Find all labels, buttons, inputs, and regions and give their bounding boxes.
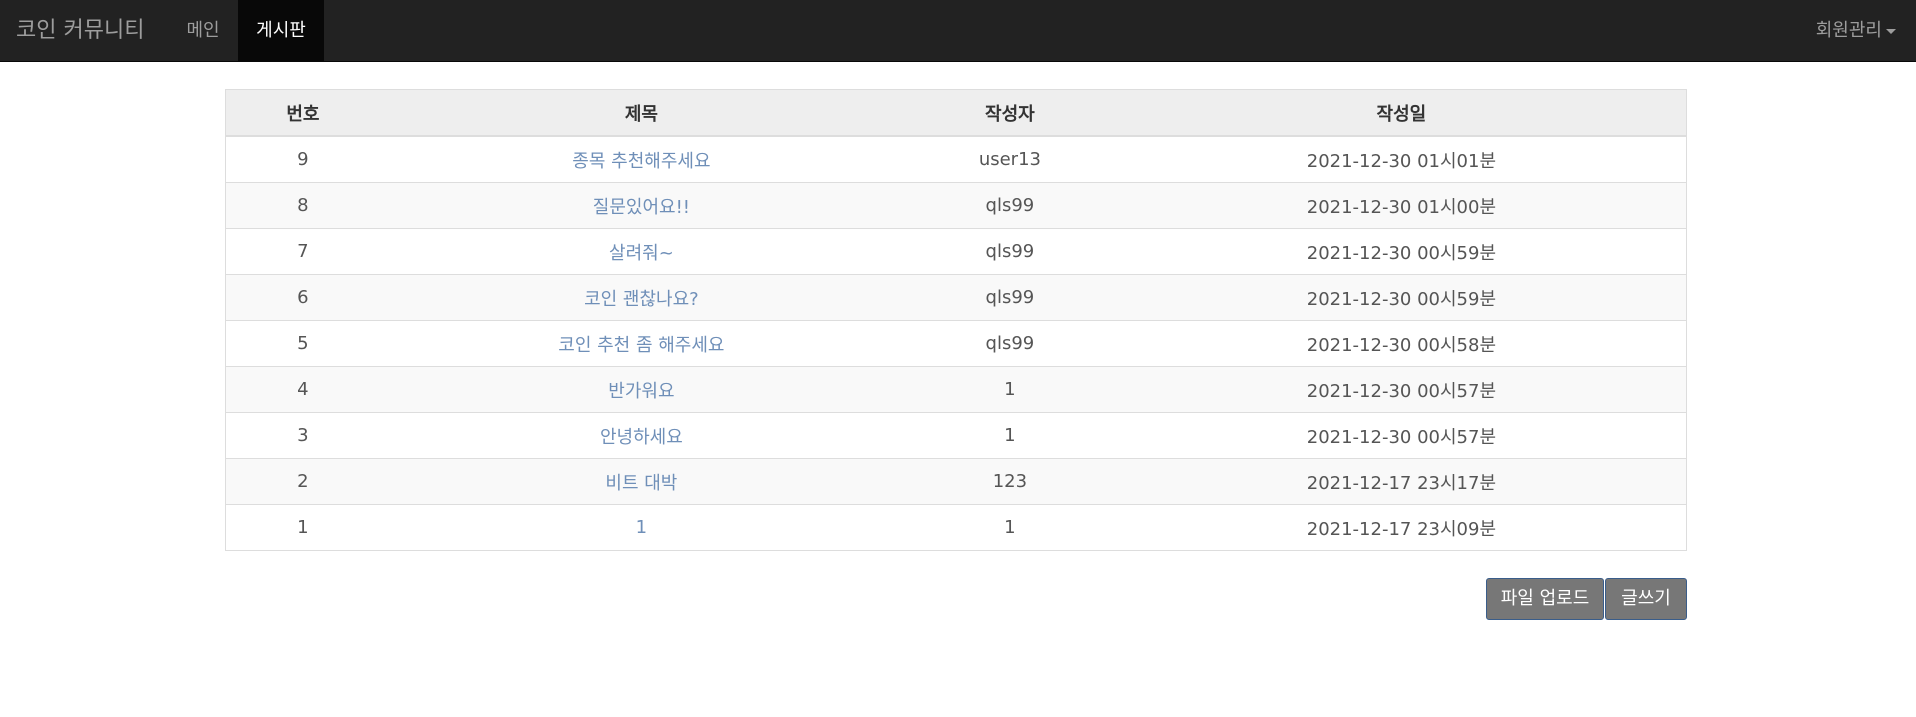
member-menu-label: 회원관리 — [1815, 20, 1882, 41]
header-number: 번호 — [225, 89, 380, 137]
post-title-link[interactable]: 비트 대박 — [379, 458, 904, 505]
post-author: 123 — [903, 458, 1117, 505]
table-header-row: 번호 제목 작성자 작성일 — [225, 89, 1687, 137]
post-date: 2021-12-30 00시59분 — [1116, 274, 1687, 321]
header-title: 제목 — [379, 89, 904, 137]
file-upload-button[interactable]: 파일 업로드 — [1486, 578, 1604, 620]
table-row: 4 반가워요 1 2021-12-30 00시57분 — [225, 366, 1687, 413]
post-number: 9 — [225, 135, 380, 183]
table-row: 9 종목 추천해주세요 user13 2021-12-30 01시01분 — [225, 135, 1687, 183]
post-date: 2021-12-30 00시57분 — [1116, 412, 1687, 459]
post-number: 7 — [225, 228, 380, 275]
top-navbar: 코인 커뮤니티 메인 게시판 회원관리 — [0, 0, 1916, 62]
table-row: 5 코인 추천 좀 해주세요 qls99 2021-12-30 00시58분 — [225, 320, 1687, 367]
table-row: 7 살려줘~ qls99 2021-12-30 00시59분 — [225, 228, 1687, 275]
post-date: 2021-12-17 23시09분 — [1116, 504, 1687, 551]
post-title-link[interactable]: 질문있어요!! — [379, 182, 904, 229]
post-title-link[interactable]: 살려줘~ — [379, 228, 904, 275]
post-author: 1 — [903, 504, 1117, 551]
post-date: 2021-12-30 00시59분 — [1116, 228, 1687, 275]
post-number: 8 — [225, 182, 380, 229]
nav-board[interactable]: 게시판 — [238, 0, 324, 62]
table-row: 1 1 1 2021-12-17 23시09분 — [225, 504, 1687, 551]
post-date: 2021-12-17 23시17분 — [1116, 458, 1687, 505]
post-date: 2021-12-30 01시00분 — [1116, 182, 1687, 229]
post-title-link[interactable]: 코인 추천 좀 해주세요 — [379, 320, 904, 367]
write-post-button[interactable]: 글쓰기 — [1605, 578, 1687, 620]
table-row: 3 안녕하세요 1 2021-12-30 00시57분 — [225, 412, 1687, 459]
post-number: 4 — [225, 366, 380, 413]
board-table: 번호 제목 작성자 작성일 9 종목 추천해주세요 user13 2021-12… — [225, 89, 1687, 551]
caret-down-icon — [1886, 28, 1896, 34]
post-title-link[interactable]: 1 — [379, 504, 904, 551]
table-row: 2 비트 대박 123 2021-12-17 23시17분 — [225, 458, 1687, 505]
member-menu-dropdown[interactable]: 회원관리 — [1816, 0, 1896, 62]
post-date: 2021-12-30 01시01분 — [1116, 135, 1687, 183]
brand-logo[interactable]: 코인 커뮤니티 — [16, 0, 144, 62]
post-title-link[interactable]: 종목 추천해주세요 — [379, 135, 904, 183]
post-title-link[interactable]: 반가워요 — [379, 366, 904, 413]
post-date: 2021-12-30 00시58분 — [1116, 320, 1687, 367]
header-date: 작성일 — [1116, 89, 1687, 137]
post-title-link[interactable]: 코인 괜찮나요? — [379, 274, 904, 321]
post-author: 1 — [903, 412, 1117, 459]
post-number: 2 — [225, 458, 380, 505]
post-author: qls99 — [903, 274, 1117, 321]
post-author: qls99 — [903, 228, 1117, 275]
header-author: 작성자 — [903, 89, 1117, 137]
nav-main[interactable]: 메인 — [174, 0, 232, 62]
post-number: 1 — [225, 504, 380, 551]
post-number: 3 — [225, 412, 380, 459]
post-date: 2021-12-30 00시57분 — [1116, 366, 1687, 413]
post-number: 6 — [225, 274, 380, 321]
table-row: 6 코인 괜찮나요? qls99 2021-12-30 00시59분 — [225, 274, 1687, 321]
post-number: 5 — [225, 320, 380, 367]
post-author: 1 — [903, 366, 1117, 413]
post-author: qls99 — [903, 182, 1117, 229]
post-title-link[interactable]: 안녕하세요 — [379, 412, 904, 459]
post-author: user13 — [903, 135, 1117, 183]
table-row: 8 질문있어요!! qls99 2021-12-30 01시00분 — [225, 182, 1687, 229]
post-author: qls99 — [903, 320, 1117, 367]
